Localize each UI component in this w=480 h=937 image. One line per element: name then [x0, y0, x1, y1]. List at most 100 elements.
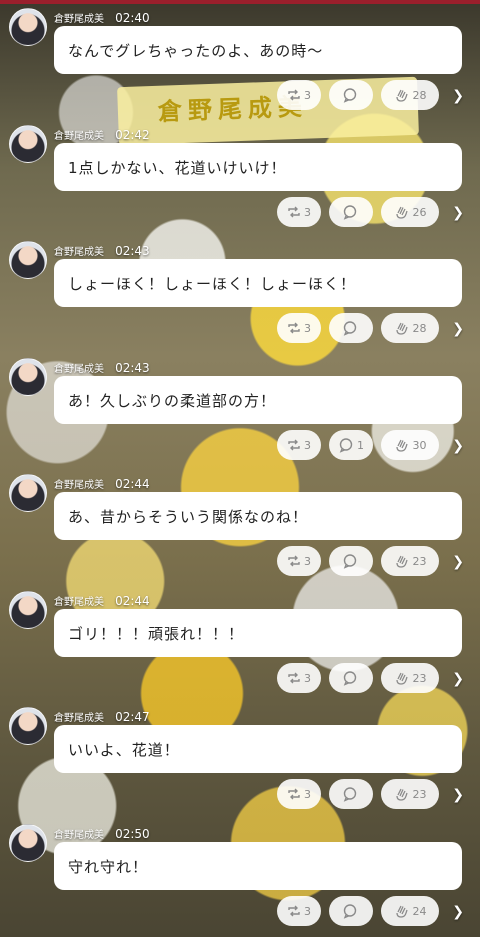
retweet-count: 3 — [304, 438, 311, 452]
post-meta: 倉野尾成美 02:40 — [54, 7, 150, 26]
avatar[interactable] — [9, 241, 47, 279]
timestamp: 02:47 — [115, 710, 150, 724]
clap-button[interactable]: 30 — [381, 430, 439, 460]
reply-button[interactable] — [329, 779, 373, 809]
timestamp: 02:43 — [115, 244, 150, 258]
retweet-icon — [287, 671, 301, 685]
message-bubble[interactable]: 1点しかない、花道いけいけ！ — [54, 143, 462, 191]
chevron-right-icon[interactable]: ❯ — [452, 671, 464, 687]
chevron-right-icon[interactable]: ❯ — [452, 205, 464, 221]
reply-button[interactable] — [329, 197, 373, 227]
chevron-right-icon[interactable]: ❯ — [452, 438, 464, 454]
chevron-right-icon[interactable]: ❯ — [452, 88, 464, 104]
chevron-right-icon[interactable]: ❯ — [452, 787, 464, 803]
retweet-button[interactable]: 3 — [277, 896, 321, 926]
speech-bubble-icon — [342, 786, 358, 802]
clap-icon — [394, 903, 410, 919]
speech-bubble-icon — [342, 903, 358, 919]
chevron-right-icon[interactable]: ❯ — [452, 904, 464, 920]
retweet-count: 3 — [304, 88, 311, 102]
message-bubble[interactable]: なんでグレちゃったのよ、あの時〜 — [54, 26, 462, 74]
reply-button[interactable] — [329, 546, 373, 576]
message-post: 倉野尾成美 02:50 守れ守れ！ 3 24 ❯ — [0, 816, 480, 933]
timestamp: 02:44 — [115, 594, 150, 608]
avatar[interactable] — [9, 824, 47, 862]
reply-count: 1 — [357, 438, 364, 452]
post-meta: 倉野尾成美 02:44 — [54, 590, 150, 609]
message-bubble[interactable]: あ！久しぶりの柔道部の方！ — [54, 376, 462, 424]
username: 倉野尾成美 — [54, 830, 104, 841]
chevron-right-icon[interactable]: ❯ — [452, 321, 464, 337]
clap-count: 26 — [412, 205, 427, 219]
retweet-count: 3 — [304, 787, 311, 801]
avatar[interactable] — [9, 358, 47, 396]
reply-button[interactable] — [329, 80, 373, 110]
retweet-icon — [287, 904, 301, 918]
reply-button[interactable]: 1 — [329, 430, 373, 460]
timestamp: 02:43 — [115, 361, 150, 375]
retweet-button[interactable]: 3 — [277, 430, 321, 460]
message-text: いいよ、花道！ — [68, 740, 180, 759]
retweet-button[interactable]: 3 — [277, 546, 321, 576]
chevron-right-icon[interactable]: ❯ — [452, 554, 464, 570]
message-bubble[interactable]: あ、昔からそういう関係なのね！ — [54, 492, 462, 540]
clap-count: 28 — [412, 321, 427, 335]
clap-button[interactable]: 23 — [381, 663, 439, 693]
post-meta: 倉野尾成美 02:42 — [54, 124, 150, 143]
clap-button[interactable]: 28 — [381, 80, 439, 110]
avatar[interactable] — [9, 474, 47, 512]
avatar[interactable] — [9, 707, 47, 745]
post-meta: 倉野尾成美 02:43 — [54, 240, 150, 259]
retweet-icon — [287, 438, 301, 452]
retweet-count: 3 — [304, 205, 311, 219]
message-bubble[interactable]: いいよ、花道！ — [54, 725, 462, 773]
retweet-icon — [287, 554, 301, 568]
message-post: 倉野尾成美 02:44 あ、昔からそういう関係なのね！ 3 23 ❯ — [0, 466, 480, 583]
timestamp: 02:44 — [115, 477, 150, 491]
avatar[interactable] — [9, 8, 47, 46]
post-meta: 倉野尾成美 02:44 — [54, 473, 150, 492]
retweet-button[interactable]: 3 — [277, 80, 321, 110]
clap-count: 28 — [412, 88, 427, 102]
username: 倉野尾成美 — [54, 480, 104, 491]
clap-button[interactable]: 26 — [381, 197, 439, 227]
retweet-button[interactable]: 3 — [277, 197, 321, 227]
reply-button[interactable] — [329, 663, 373, 693]
retweet-count: 3 — [304, 554, 311, 568]
message-post: 倉野尾成美 02:42 1点しかない、花道いけいけ！ 3 26 ❯ — [0, 117, 480, 234]
clap-button[interactable]: 23 — [381, 779, 439, 809]
retweet-button[interactable]: 3 — [277, 313, 321, 343]
message-post: 倉野尾成美 02:47 いいよ、花道！ 3 23 ❯ — [0, 699, 480, 816]
speech-bubble-icon — [342, 670, 358, 686]
clap-icon — [394, 437, 410, 453]
message-text: あ、昔からそういう関係なのね！ — [68, 507, 309, 526]
message-text: 1点しかない、花道いけいけ！ — [68, 158, 287, 177]
message-bubble[interactable]: 守れ守れ！ — [54, 842, 462, 890]
clap-button[interactable]: 23 — [381, 546, 439, 576]
retweet-icon — [287, 787, 301, 801]
clap-icon — [394, 553, 410, 569]
retweet-button[interactable]: 3 — [277, 663, 321, 693]
retweet-icon — [287, 205, 301, 219]
message-text: しょーほく！しょーほく！しょーほく！ — [68, 274, 357, 293]
message-post: 倉野尾成美 02:43 しょーほく！しょーほく！しょーほく！ 3 28 ❯ — [0, 233, 480, 350]
timestamp: 02:50 — [115, 827, 150, 841]
username: 倉野尾成美 — [54, 597, 104, 608]
clap-button[interactable]: 28 — [381, 313, 439, 343]
message-text: なんでグレちゃったのよ、あの時〜 — [68, 41, 324, 60]
avatar[interactable] — [9, 591, 47, 629]
reply-button[interactable] — [329, 313, 373, 343]
clap-button[interactable]: 24 — [381, 896, 439, 926]
message-text: ゴリ！！！頑張れ！！！ — [68, 624, 245, 643]
clap-count: 24 — [412, 904, 427, 918]
retweet-button[interactable]: 3 — [277, 779, 321, 809]
speech-bubble-icon — [342, 553, 358, 569]
message-bubble[interactable]: しょーほく！しょーほく！しょーほく！ — [54, 259, 462, 307]
retweet-count: 3 — [304, 904, 311, 918]
avatar[interactable] — [9, 125, 47, 163]
reply-button[interactable] — [329, 896, 373, 926]
clap-icon — [394, 320, 410, 336]
clap-icon — [394, 87, 410, 103]
clap-count: 23 — [412, 554, 427, 568]
message-bubble[interactable]: ゴリ！！！頑張れ！！！ — [54, 609, 462, 657]
